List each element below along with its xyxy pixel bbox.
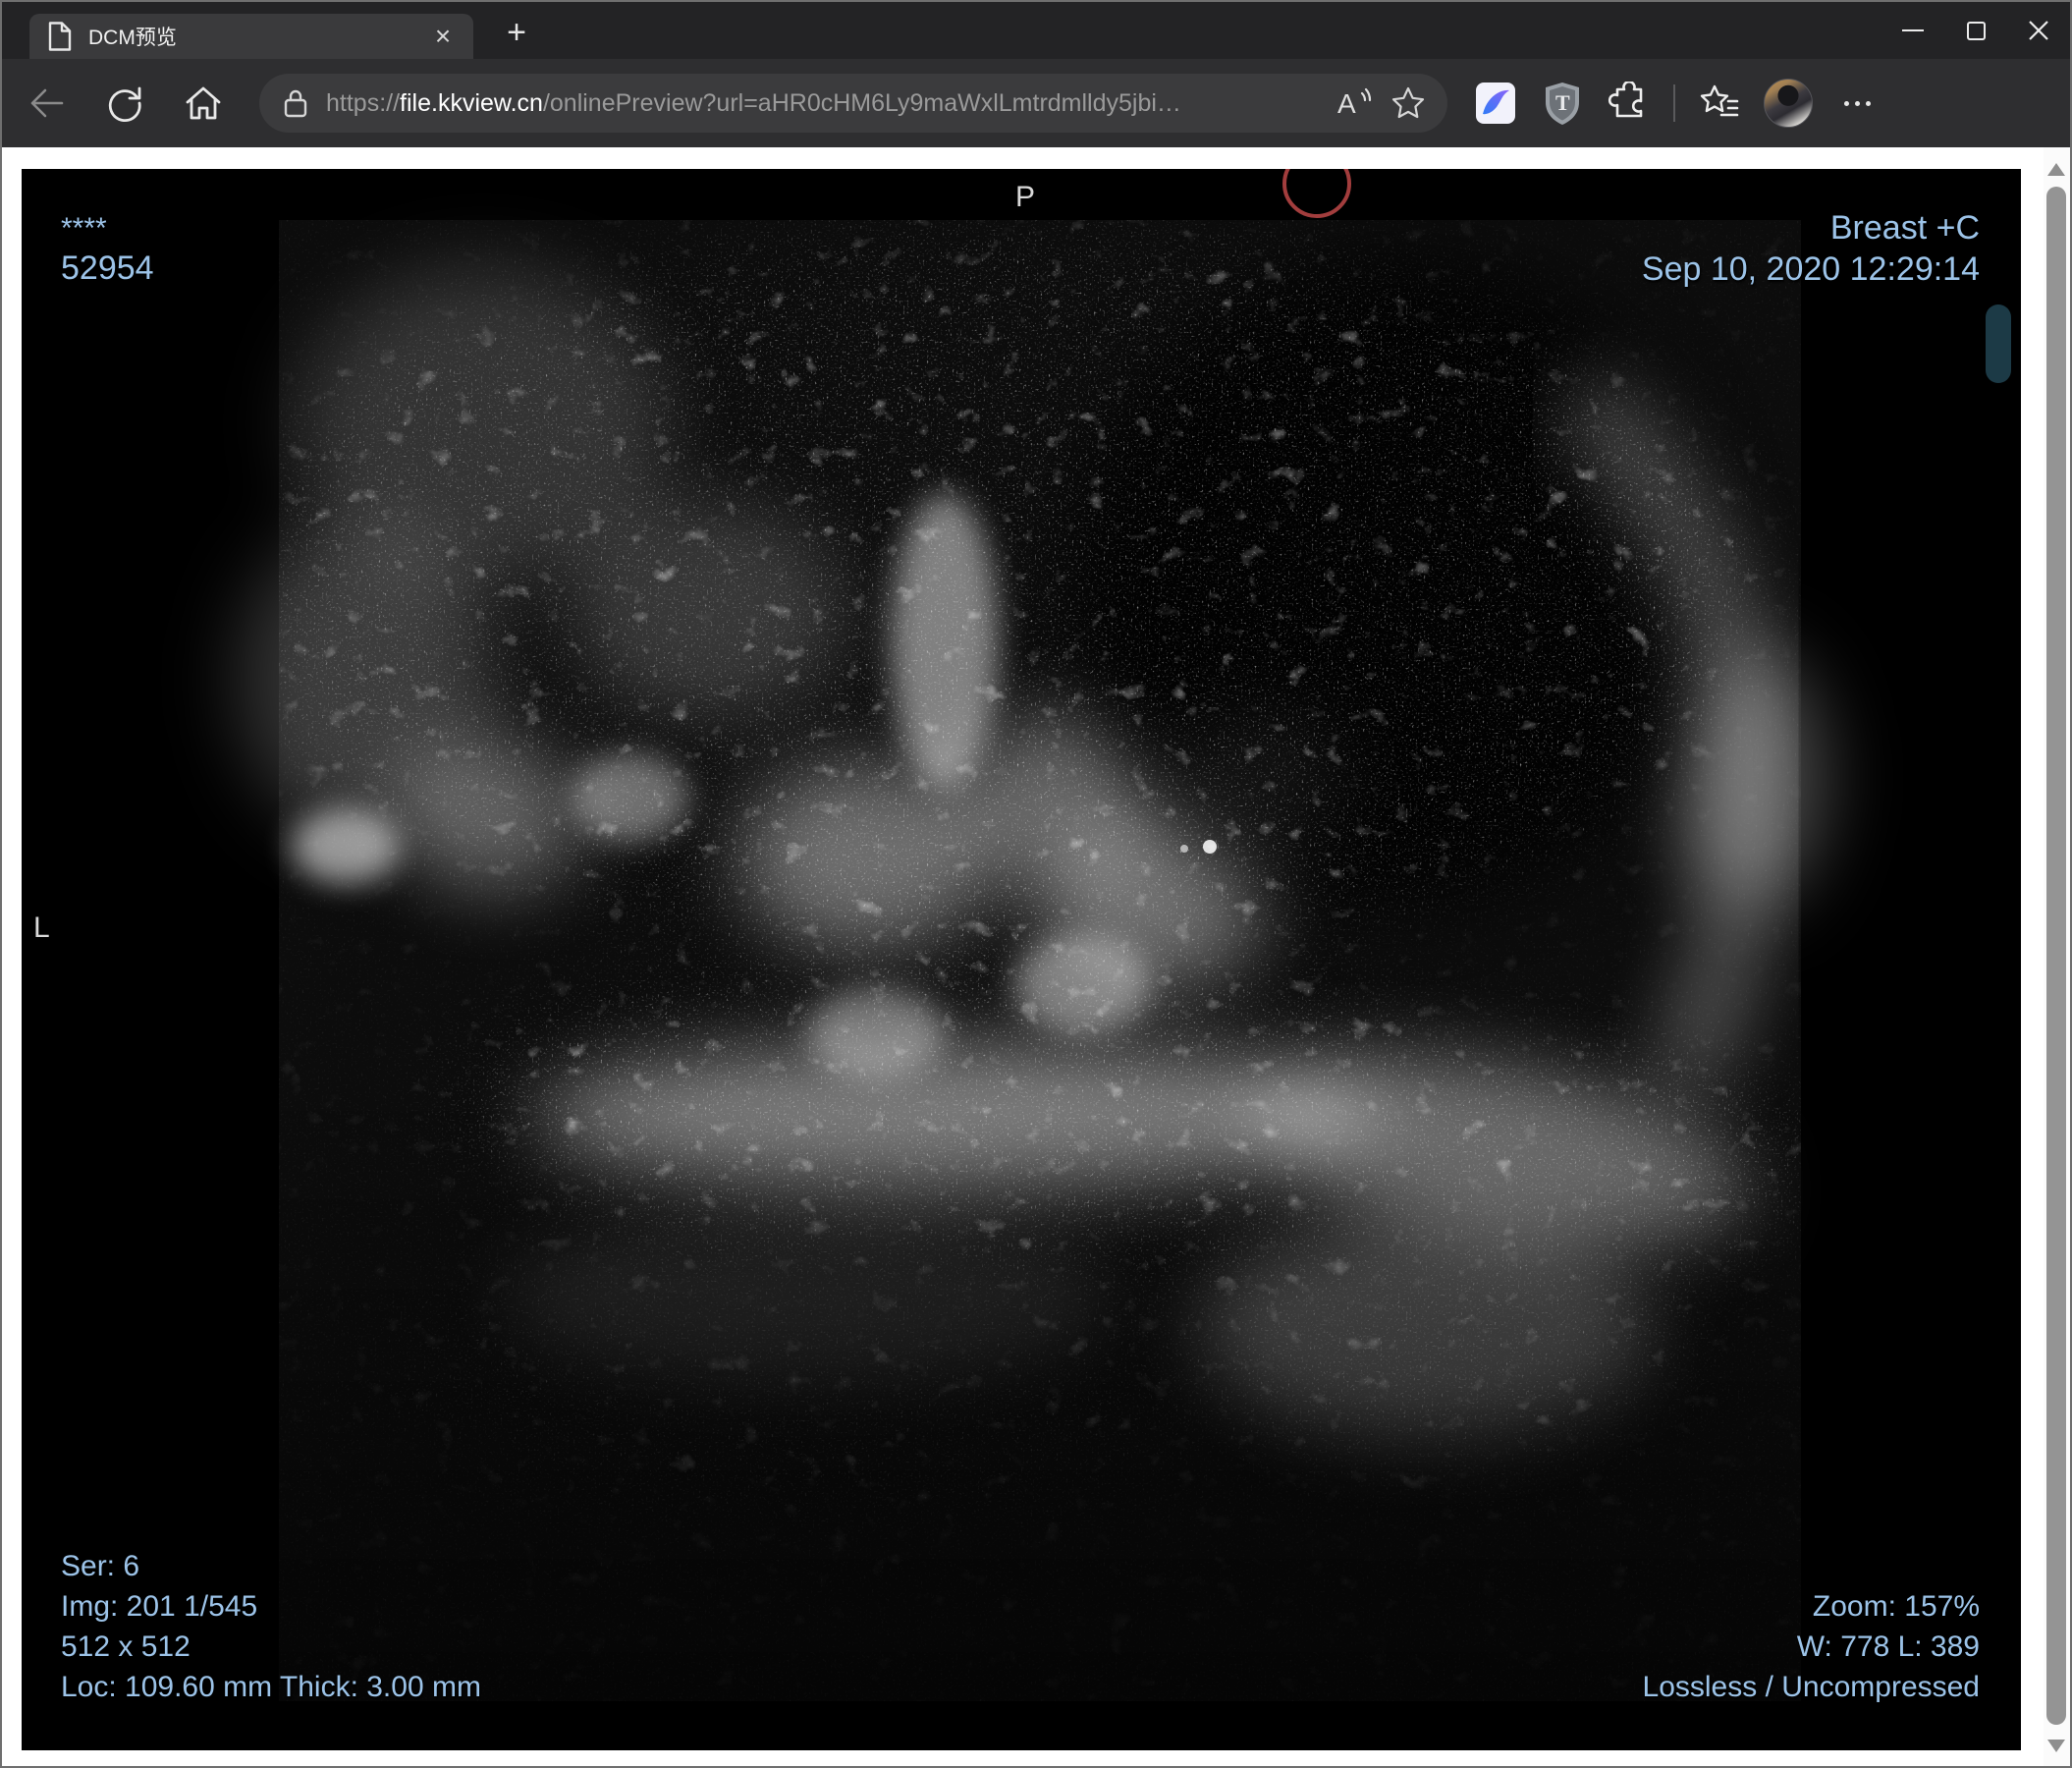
collections-button[interactable] [1697, 81, 1742, 126]
navigation-toolbar: https://file.kkview.cn/onlinePreview?url… [2, 59, 2070, 147]
scrollbar-thumb[interactable] [2046, 187, 2066, 1725]
url-path: /onlinePreview?url=aHR0cHM6Ly9maWxlLmtrd… [542, 88, 1181, 117]
orientation-posterior-label: P [1015, 181, 1036, 213]
browser-window: DCM预览 × + https://file.kkview.cn/onlineP… [0, 0, 2072, 1768]
zoom-level: Zoom: 157% [1812, 1590, 1980, 1623]
tab-dcm-preview[interactable]: DCM预览 × [29, 14, 473, 59]
study-datetime: Sep 10, 2020 12:29:14 [1641, 250, 1980, 288]
address-bar[interactable]: https://file.kkview.cn/onlinePreview?url… [259, 74, 1447, 133]
window-controls [1881, 2, 2070, 59]
document-icon [48, 22, 72, 51]
dicom-canvas[interactable]: **** 52954 Breast +C Sep 10, 2020 12:29:14… [22, 169, 2021, 1750]
svg-text:A: A [1337, 88, 1356, 119]
profile-avatar[interactable] [1764, 79, 1813, 128]
ellipsis-icon [1843, 100, 1871, 106]
patient-name-masked: **** [61, 212, 107, 245]
viewer-scroll-indicator[interactable] [1986, 304, 2011, 383]
read-aloud-button[interactable]: A [1334, 82, 1377, 125]
overlay-series-info: Ser: 6 Img: 201 1/545 512 x 512 Loc: 109.60… [61, 1546, 481, 1707]
star-icon [1391, 86, 1425, 119]
patient-id: 52954 [61, 249, 154, 287]
lock-icon [284, 89, 307, 118]
titlebar: DCM预览 × + [2, 2, 2070, 59]
tab-title: DCM预览 [88, 27, 177, 49]
minimize-button[interactable] [1881, 2, 1944, 59]
window-level: W: 778 L: 389 [1796, 1630, 1980, 1663]
bird-extension-icon [1476, 83, 1515, 124]
overlay-study-info: Breast +C Sep 10, 2020 12:29:14 [1642, 208, 1980, 291]
mri-image [22, 169, 2021, 1750]
back-icon [30, 88, 64, 118]
home-icon [186, 86, 221, 120]
tab-close-icon[interactable]: × [426, 20, 460, 53]
overlay-display-info: Zoom: 157% W: 778 L: 389 Lossless / Uncomp… [1643, 1586, 1980, 1707]
tampermonkey-extension-button[interactable]: T [1540, 81, 1585, 126]
refresh-button[interactable] [102, 81, 147, 126]
orientation-left-label: L [33, 912, 50, 944]
slice-location: Loc: 109.60 mm Thick: 3.00 mm [61, 1671, 481, 1703]
url-text: https://file.kkview.cn/onlinePreview?url… [326, 89, 1324, 118]
settings-menu-button[interactable] [1834, 81, 1880, 126]
close-icon [2029, 21, 2048, 40]
compression-info: Lossless / Uncompressed [1642, 1671, 1980, 1703]
collections-star-icon [1700, 84, 1739, 117]
back-button[interactable] [24, 81, 69, 126]
page-content: **** 52954 Breast +C Sep 10, 2020 12:29:14… [2, 147, 2070, 1766]
overlay-patient-info: **** 52954 [61, 208, 154, 290]
maximize-button[interactable] [1944, 2, 2007, 59]
url-host: file.kkview.cn [400, 88, 543, 117]
svg-text:T: T [1555, 90, 1570, 115]
page-scrollbar[interactable] [2044, 147, 2070, 1766]
extensions-button[interactable] [1607, 81, 1652, 126]
scroll-up-icon[interactable] [2047, 163, 2065, 176]
url-scheme: https:// [326, 88, 401, 117]
minimize-icon [1902, 29, 1924, 31]
series-number: Ser: 6 [61, 1550, 140, 1582]
toolbar-divider [1673, 84, 1675, 122]
close-button[interactable] [2007, 2, 2070, 59]
favorite-star-button[interactable] [1387, 82, 1430, 125]
home-button[interactable] [181, 81, 226, 126]
extensions-row: T [1473, 79, 1880, 128]
refresh-icon [108, 86, 141, 122]
new-tab-button[interactable]: + [497, 14, 536, 51]
maximize-icon [1966, 21, 1986, 40]
shield-t-icon: T [1546, 83, 1579, 125]
read-aloud-icon: A [1337, 87, 1372, 119]
study-description: Breast +C [1829, 209, 1980, 247]
puzzle-icon [1608, 82, 1643, 118]
image-matrix: 512 x 512 [61, 1630, 191, 1663]
image-number: Img: 201 1/545 [61, 1590, 258, 1623]
scroll-down-icon[interactable] [2047, 1740, 2065, 1752]
bird-extension-button[interactable] [1473, 81, 1518, 126]
